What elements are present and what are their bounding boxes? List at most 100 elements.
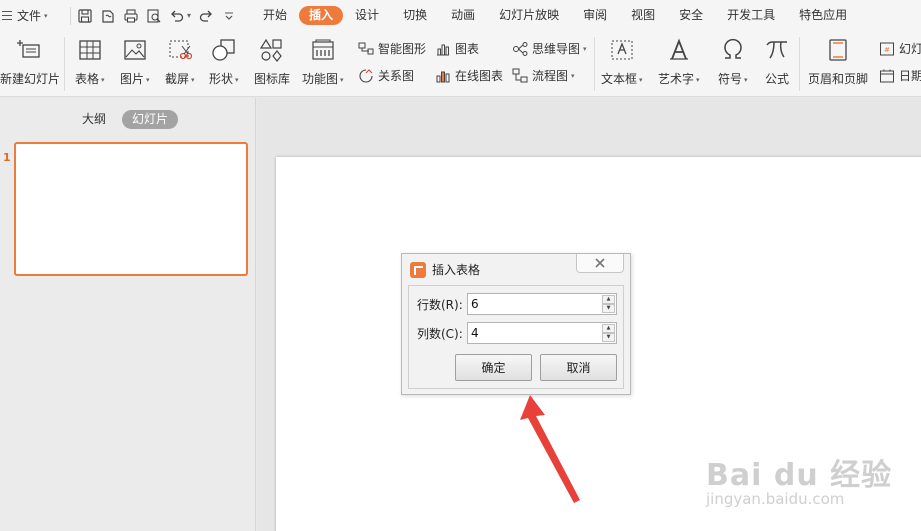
baidu-watermark: Bai du 经验 jingyan.baidu.com — [706, 450, 916, 520]
chevron-down-icon: ▾ — [146, 75, 150, 84]
ok-button[interactable]: 确定 — [455, 354, 532, 381]
relation-chart-icon — [359, 68, 373, 83]
tab-transitions[interactable]: 切换 — [391, 6, 439, 25]
word-art-button[interactable]: 艺术字 ▾ — [658, 37, 700, 87]
function-chart-button[interactable]: 功能图 ▾ — [302, 37, 344, 87]
text-box-button[interactable]: 文本框 ▾ — [601, 37, 643, 87]
tab-insert[interactable]: 插入 — [299, 6, 344, 25]
print-preview-icon[interactable] — [146, 8, 162, 24]
chart-label: 图表 — [455, 42, 480, 56]
shape-icon — [212, 39, 235, 61]
tab-developer[interactable]: 开发工具 — [715, 6, 787, 25]
tab-outline[interactable]: 大纲 — [78, 110, 110, 129]
new-slide-icon — [17, 40, 40, 58]
slide-number-button[interactable]: # 幻灯 — [879, 40, 921, 57]
tab-view[interactable]: 视图 — [619, 6, 667, 25]
mind-map-label: 思维导图 — [532, 42, 581, 56]
tab-review[interactable]: 审阅 — [571, 6, 619, 25]
chevron-down-icon: ▾ — [235, 75, 239, 84]
file-menu-label: 文件 — [17, 9, 42, 23]
symbol-label: 符号 — [718, 72, 743, 86]
divider — [594, 37, 595, 91]
cols-decrement-icon[interactable]: ▼ — [602, 333, 615, 342]
formula-button[interactable]: 公式 — [764, 37, 790, 87]
flowchart-button[interactable]: 流程图 ▾ — [512, 67, 575, 84]
relation-chart-label: 关系图 — [378, 69, 415, 83]
cancel-button[interactable]: 取消 — [540, 354, 617, 381]
symbol-button[interactable]: 符号 ▾ — [718, 37, 748, 87]
slide-number-icon: # — [880, 42, 894, 55]
mind-map-button[interactable]: 思维导图 ▾ — [512, 40, 587, 57]
icon-library-icon — [259, 38, 282, 62]
slide-thumbnail[interactable] — [14, 142, 248, 276]
smart-art-icon — [358, 42, 374, 54]
chevron-down-icon: ▾ — [340, 75, 344, 84]
text-box-icon — [611, 40, 633, 60]
cols-input[interactable]: 4 — [471, 326, 479, 340]
tab-special-apps[interactable]: 特色应用 — [787, 6, 859, 25]
rows-decrement-icon[interactable]: ▼ — [602, 304, 615, 313]
smart-art-button[interactable]: 智能图形 — [358, 40, 426, 57]
quick-access-toolbar: ▾ — [77, 8, 237, 24]
redo-icon[interactable] — [198, 8, 214, 24]
tab-security[interactable]: 安全 — [667, 6, 715, 25]
chevron-down-icon[interactable]: ▾ — [187, 11, 191, 20]
slide-number-label: 幻灯 — [899, 42, 921, 56]
rows-input[interactable]: 6 — [471, 297, 479, 311]
cols-increment-icon[interactable]: ▲ — [602, 324, 615, 333]
hamburger-icon — [2, 11, 12, 20]
undo-icon[interactable] — [169, 8, 185, 24]
tab-design[interactable]: 设计 — [343, 6, 391, 25]
tab-home[interactable]: 开始 — [251, 6, 299, 25]
new-slide-button[interactable]: 新建幻灯片 — [0, 37, 60, 87]
shape-button[interactable]: 形状 ▾ — [209, 37, 239, 87]
pi-icon — [766, 41, 787, 59]
cols-stepper[interactable]: 4 ▲ ▼ — [467, 322, 617, 344]
bar-chart-icon — [437, 44, 449, 55]
customize-chevron-icon[interactable] — [221, 8, 237, 24]
export-pdf-icon[interactable] — [100, 8, 116, 24]
svg-text:#: # — [884, 46, 890, 54]
function-chart-icon — [312, 39, 334, 60]
tab-slides[interactable]: 幻灯片 — [122, 110, 179, 129]
table-button[interactable]: 表格 ▾ — [75, 37, 105, 87]
table-icon — [79, 40, 101, 60]
dialog-title: 插入表格 — [432, 263, 481, 277]
mind-map-icon — [513, 41, 528, 56]
screenshot-button[interactable]: 截屏 ▾ — [165, 37, 195, 87]
save-icon[interactable] — [77, 8, 93, 24]
tab-slideshow[interactable]: 幻灯片放映 — [487, 6, 571, 25]
annotation-arrow-icon — [520, 395, 580, 503]
print-icon[interactable] — [123, 8, 139, 24]
ribbon-insert: 新建幻灯片 表格 ▾ 图片 ▾ 截屏 ▾ 形状 ▾ 图标库 功能图 ▾ 智能图形 图表 关… — [0, 31, 921, 97]
flowchart-label: 流程图 — [532, 69, 569, 83]
rows-row: 行数(R): 6 ▲ ▼ — [417, 293, 617, 315]
chevron-down-icon: ▾ — [44, 11, 48, 20]
chart-button[interactable]: 图表 — [435, 40, 479, 57]
view-tabs: 大纲 幻灯片 — [0, 110, 256, 129]
ribbon-tabs: 开始 插入 设计 切换 动画 幻灯片放映 审阅 视图 安全 开发工具 特色应用 — [251, 0, 859, 31]
tab-animations[interactable]: 动画 — [439, 6, 487, 25]
file-menu[interactable]: 文件 ▾ — [0, 0, 64, 31]
icon-library-button[interactable]: 图标库 — [254, 37, 290, 87]
rows-stepper[interactable]: 6 ▲ ▼ — [467, 293, 617, 315]
online-chart-icon — [436, 71, 450, 82]
menu-bar: 文件 ▾ ▾ 开始 插入 设计 切换 动画 幻灯片放映 审阅 视图 安全 开发工… — [0, 0, 921, 31]
header-footer-icon — [829, 39, 847, 61]
divider — [70, 6, 71, 25]
chevron-down-icon: ▾ — [191, 75, 195, 84]
word-art-label: 艺术字 — [658, 72, 695, 86]
formula-label: 公式 — [764, 72, 789, 86]
online-chart-button[interactable]: 在线图表 — [435, 67, 503, 84]
relation-chart-button[interactable]: 关系图 — [358, 67, 414, 84]
smart-art-label: 智能图形 — [378, 42, 427, 56]
rows-label: 行数(R): — [417, 297, 463, 312]
close-button[interactable] — [576, 254, 624, 273]
calendar-icon — [880, 69, 894, 82]
header-footer-button[interactable]: 页眉和页脚 — [808, 37, 868, 87]
wps-logo-icon — [410, 261, 426, 278]
rows-increment-icon[interactable]: ▲ — [602, 295, 615, 304]
date-button[interactable]: 日期 — [879, 67, 921, 84]
picture-button[interactable]: 图片 ▾ — [120, 37, 150, 87]
scissors-icon — [169, 40, 192, 60]
